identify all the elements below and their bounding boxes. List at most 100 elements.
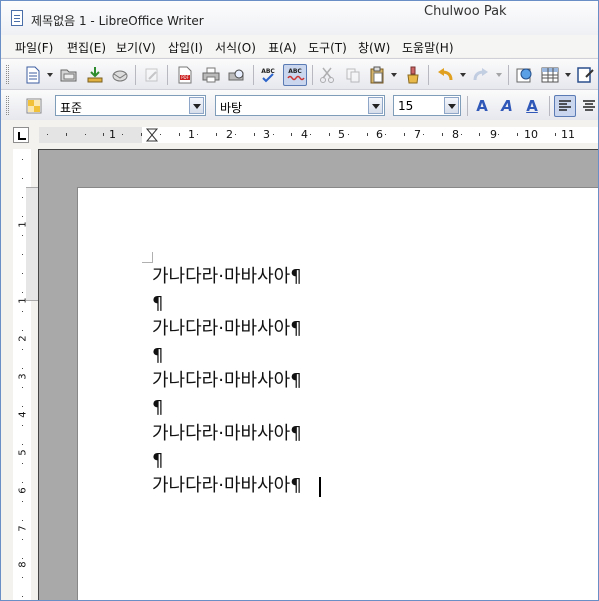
ruler-background [39, 127, 598, 143]
toolbar-separator [428, 65, 429, 85]
navigator-icon[interactable] [515, 65, 535, 85]
ruler-number: 6 [17, 487, 29, 494]
toolbar-separator [508, 65, 509, 85]
menu-format[interactable]: 서식(O) [215, 39, 256, 56]
table-dropdown-arrow-icon[interactable] [565, 73, 571, 77]
font-underline-effect-icon[interactable]: A [522, 96, 542, 116]
title-bar: 제목없음 1 - LibreOffice Writer Chulwoo Pak [1, 1, 598, 35]
paragraph-style-combo[interactable]: 표준 [55, 95, 206, 116]
empty-paragraph[interactable]: ¶ [152, 293, 163, 315]
writer-document-icon [11, 10, 23, 26]
menu-window[interactable]: 창(W) [358, 39, 390, 56]
paragraph[interactable]: 가나다라·마바사아¶ [152, 370, 302, 392]
ruler-tick [197, 134, 199, 135]
print-icon[interactable] [201, 65, 221, 85]
open-icon[interactable] [59, 65, 79, 85]
edit-mode-icon[interactable] [142, 65, 162, 85]
font-name-dropdown-icon[interactable] [368, 97, 383, 114]
font-italic-effect-icon[interactable]: A [497, 96, 517, 116]
formatting-toolbar: 표준 바탕 15 A A A [1, 89, 598, 120]
paragraph[interactable]: 가나다라·마바사아¶ [152, 423, 302, 445]
menu-view[interactable]: 보기(V) [116, 39, 156, 56]
empty-paragraph[interactable]: ¶ [152, 450, 163, 472]
print-preview-icon[interactable] [227, 65, 247, 85]
ruler-tick [498, 134, 500, 135]
align-center-icon[interactable] [579, 96, 598, 116]
ruler-tick [235, 134, 236, 135]
auto-spellcheck-icon[interactable]: ABC [283, 64, 307, 86]
paste-icon[interactable] [367, 65, 387, 85]
show-draw-functions-icon[interactable] [576, 65, 596, 85]
font-size-dropdown-icon[interactable] [444, 97, 459, 114]
font-size-value: 15 [398, 99, 414, 113]
table-icon[interactable] [540, 65, 560, 85]
ruler-number: 4 [301, 128, 308, 141]
spellcheck-icon[interactable]: ABC [258, 65, 278, 85]
libreoffice-writer-window: 제목없음 1 - LibreOffice Writer Chulwoo Pak … [0, 0, 599, 601]
toolbar-grip[interactable] [6, 65, 9, 84]
menu-help[interactable]: 도움말(H) [402, 39, 454, 56]
ruler-tick [22, 444, 23, 445]
save-icon[interactable] [85, 65, 105, 85]
cut-icon[interactable] [317, 65, 337, 85]
styles-icon[interactable] [24, 96, 44, 116]
horizontal-ruler-row: 1 1 2 3 4 5 6 7 8 9 10 11 [1, 121, 598, 149]
toolbar-separator [467, 96, 468, 116]
empty-paragraph[interactable]: ¶ [152, 345, 163, 367]
paragraph[interactable]: 가나다라·마바사아¶ [152, 475, 302, 497]
new-dropdown-arrow-icon[interactable] [47, 73, 53, 77]
ruler-tick [22, 292, 23, 293]
redo-dropdown-arrow-icon[interactable] [496, 73, 502, 77]
menu-insert[interactable]: 삽입(I) [168, 39, 203, 56]
clone-format-icon[interactable] [403, 65, 423, 85]
horizontal-ruler[interactable]: 1 1 2 3 4 5 6 7 8 9 10 11 [39, 127, 598, 143]
ruler-number: 1 [188, 128, 195, 141]
ruler-tick [22, 273, 23, 274]
paragraph[interactable]: 가나다라·마바사아¶ [152, 318, 302, 340]
redo-icon[interactable] [471, 65, 491, 85]
new-document-icon[interactable] [23, 65, 43, 85]
ruler-number: 8 [17, 561, 29, 568]
align-left-icon[interactable] [554, 95, 576, 117]
font-bold-effect-icon[interactable]: A [472, 96, 492, 116]
undo-dropdown-arrow-icon[interactable] [460, 73, 466, 77]
ruler-tick [47, 134, 48, 135]
ruler-number: 11 [561, 128, 575, 141]
menu-edit[interactable]: 편집(E) [67, 39, 106, 56]
menu-tools[interactable]: 도구(T) [308, 39, 347, 56]
ruler-tick [291, 133, 293, 136]
font-name-combo[interactable]: 바탕 [215, 95, 385, 116]
ruler-number: 8 [452, 128, 459, 141]
menu-table[interactable]: 표(A) [268, 39, 297, 56]
document-page[interactable] [77, 187, 598, 600]
tab-stop-type-button[interactable] [13, 127, 29, 143]
menu-file[interactable]: 파일(F) [15, 39, 53, 56]
vertical-ruler-strip: 1 1 2 3 4 5 6 7 8 [13, 149, 42, 600]
font-size-combo[interactable]: 15 [393, 95, 461, 116]
ruler-number: 1 [17, 297, 29, 304]
paste-dropdown-arrow-icon[interactable] [391, 73, 397, 77]
toolbar-separator [167, 65, 168, 85]
paragraph-style-dropdown-icon[interactable] [189, 97, 204, 114]
ruler-tick [329, 133, 330, 136]
copy-icon[interactable] [343, 65, 363, 85]
vertical-ruler[interactable]: 1 1 2 3 4 5 6 7 8 [1, 149, 42, 600]
ruler-tick [65, 133, 67, 136]
undo-icon[interactable] [435, 65, 455, 85]
ruler-tick [479, 133, 481, 136]
ruler-tick [22, 425, 23, 426]
export-pdf-icon[interactable]: PDF [175, 65, 195, 85]
svg-text:PDF: PDF [181, 75, 189, 80]
paragraph[interactable]: 가나다라·마바사아¶ [152, 266, 302, 288]
svg-text:ABC: ABC [288, 68, 302, 75]
ruler-tick [22, 520, 23, 521]
ruler-tick [310, 134, 312, 135]
ruler-number: 1 [109, 128, 116, 141]
email-icon[interactable] [110, 65, 130, 85]
ruler-number: 3 [263, 128, 270, 141]
toolbar-grip[interactable] [6, 96, 9, 115]
ruler-number: 5 [338, 128, 345, 141]
ruler-tick [22, 178, 23, 179]
ruler-tick [22, 463, 23, 464]
empty-paragraph[interactable]: ¶ [152, 397, 163, 419]
